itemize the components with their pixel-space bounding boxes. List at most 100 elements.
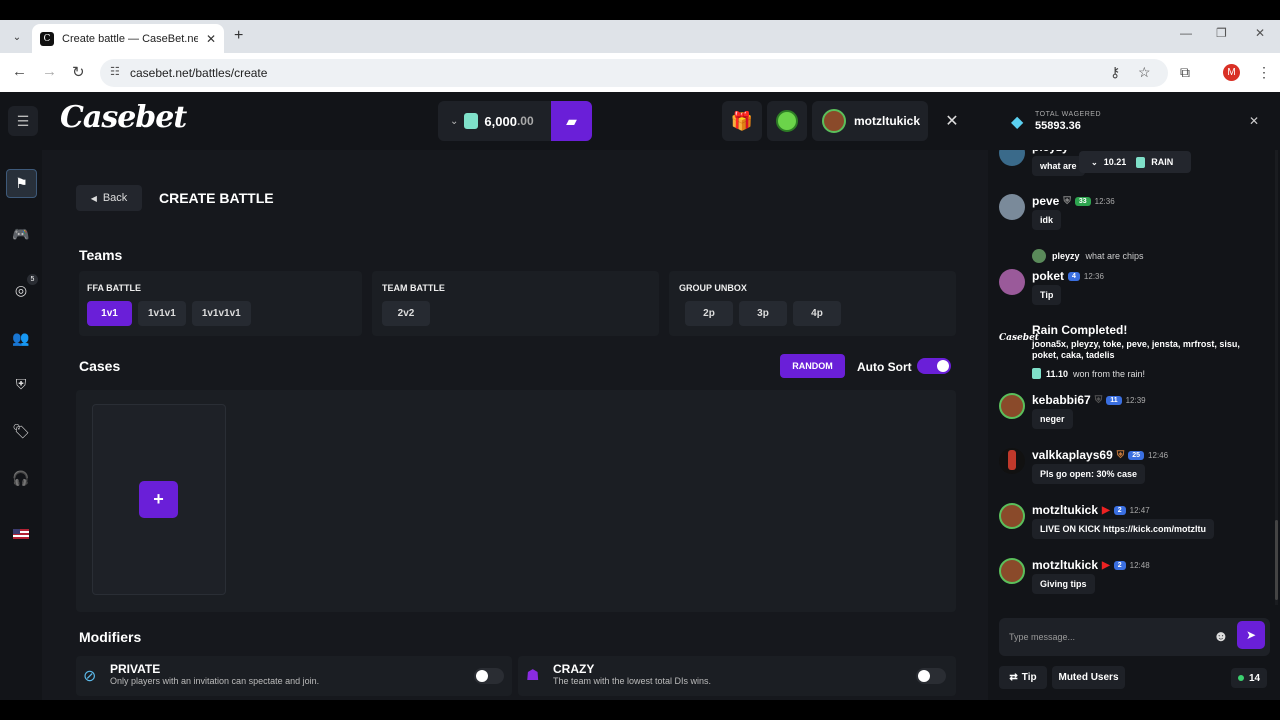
password-key-icon[interactable]: ⚷	[1110, 64, 1120, 81]
extensions-icon[interactable]: ⧉	[1180, 64, 1190, 81]
minimize-icon[interactable]: —	[1180, 26, 1192, 40]
option-1v1[interactable]: 1v1	[87, 301, 132, 326]
sidebar-item-promos[interactable]: 🏷	[8, 418, 34, 444]
battles-flag-icon: ⚑	[15, 175, 28, 191]
level-badge: 2	[1113, 560, 1126, 570]
tab-search-icon[interactable]: ⌄	[8, 28, 26, 46]
modifier-title: CRAZY	[553, 662, 595, 676]
username: motzltukick	[854, 114, 921, 128]
sidebar-item-battles[interactable]: ⚑	[6, 169, 37, 198]
chat-username[interactable]: kebabbi67 ⛨ 11 12:39	[1032, 393, 1146, 407]
coin-icon	[1032, 368, 1041, 379]
bookmark-star-icon[interactable]: ☆	[1138, 64, 1151, 81]
chat-username[interactable]: peve ⛨ 33 12:36	[1032, 194, 1115, 208]
option-1v1v1[interactable]: 1v1v1	[138, 301, 186, 326]
scrollbar-thumb[interactable]	[1275, 520, 1278, 600]
close-icon[interactable]: ✕	[932, 101, 972, 141]
modifier-desc: Only players with an invitation can spec…	[110, 676, 320, 686]
tip-label: Tip	[1021, 672, 1037, 683]
option-2p[interactable]: 2p	[685, 301, 733, 326]
menu-toggle-icon[interactable]: ☰	[8, 106, 38, 136]
browser-menu-icon[interactable]: ⋮	[1257, 64, 1271, 81]
chat-text: Giving tips	[1032, 574, 1095, 594]
tag-icon: 🏷	[12, 422, 30, 439]
sidebar-item-targets[interactable]: ◎ 5	[8, 274, 38, 303]
chat-username[interactable]: poket 4 12:36	[1032, 269, 1104, 283]
browser-tab[interactable]: C Create battle — CaseBet.net ✕	[32, 24, 224, 53]
level-badge: 11	[1106, 395, 1122, 405]
sidebar-item-games[interactable]: 🎮	[8, 221, 34, 247]
add-case-button[interactable]: +	[139, 481, 178, 518]
us-flag-icon	[13, 529, 29, 539]
tip-button[interactable]: ⇄ Tip	[999, 666, 1047, 689]
rewards-button[interactable]: 🎁	[722, 101, 762, 141]
user-profile-button[interactable]: motzltukick	[812, 101, 928, 141]
window-close-icon[interactable]: ✕	[1255, 26, 1265, 40]
chat-username[interactable]: motzltukick ▶ 2 12:47	[1032, 503, 1150, 517]
sidebar-item-affiliates[interactable]: 👥	[8, 325, 34, 351]
rain-users: joona5x, pleyzy, toke, peve, jensta, mrf…	[1032, 339, 1240, 360]
send-button[interactable]: ➤	[1237, 621, 1265, 649]
sidebar-item-support[interactable]: 🎧	[8, 465, 34, 491]
back-button[interactable]: ◀ Back	[76, 185, 142, 211]
address-bar[interactable]: ☷ casebet.net/battles/create	[100, 59, 1168, 87]
forward-arrow-icon[interactable]: →	[42, 63, 57, 80]
emoji-icon[interactable]: ☻	[1213, 628, 1231, 646]
avatar	[999, 150, 1025, 166]
site-info-icon[interactable]: ☷	[110, 65, 120, 78]
sidebar-item-fairness[interactable]: ⛨	[8, 371, 34, 397]
chat-username[interactable]: pleyzy	[1032, 150, 1069, 154]
balance-amount: 6,000	[484, 113, 517, 129]
rank-badge-icon	[776, 110, 798, 132]
reload-icon[interactable]: ↻	[72, 63, 85, 81]
letterbox-bottom	[0, 700, 1280, 720]
tip-icon: ⇄	[1009, 672, 1018, 683]
sidebar-item-language[interactable]	[8, 521, 34, 547]
profile-avatar[interactable]: M	[1223, 64, 1240, 81]
rain-title: Rain Completed!	[1032, 323, 1128, 337]
option-4p[interactable]: 4p	[793, 301, 841, 326]
team-label: TEAM BATTLE	[382, 283, 445, 293]
timestamp: 12:36	[1083, 271, 1104, 281]
tab-close-icon[interactable]: ✕	[206, 32, 216, 46]
online-count: 14	[1231, 668, 1267, 688]
option-3p[interactable]: 3p	[739, 301, 787, 326]
chevron-down-icon: ⌄	[1091, 157, 1098, 167]
timestamp: 12:47	[1129, 505, 1150, 515]
muted-users-button[interactable]: Muted Users	[1052, 666, 1125, 689]
option-2v2[interactable]: 2v2	[382, 301, 430, 326]
gift-icon: 🎁	[730, 110, 754, 131]
cases-heading: Cases	[79, 358, 121, 374]
crazy-toggle[interactable]	[916, 668, 946, 684]
notification-badge: 5	[27, 274, 38, 285]
chat-messages: pleyzy what are peve ⛨ 33 12:36 idk pley…	[995, 150, 1273, 605]
avatar	[999, 503, 1025, 529]
modifier-crazy: ☗ CRAZY The team with the lowest total D…	[518, 656, 956, 696]
chat-username[interactable]: motzltukick ▶ 2 12:48	[1032, 558, 1150, 572]
avatar	[999, 269, 1025, 295]
random-button[interactable]: RANDOM	[780, 354, 845, 378]
restore-icon[interactable]: ❐	[1216, 26, 1227, 40]
letterbox-top	[0, 0, 1280, 20]
timestamp: 12:46	[1148, 450, 1169, 460]
online-number: 14	[1248, 672, 1261, 684]
crazy-hat-icon: ☗	[526, 667, 540, 684]
option-1v1v1v1[interactable]: 1v1v1v1	[191, 301, 251, 326]
team-battle-card: TEAM BATTLE 2v2	[372, 271, 659, 336]
new-tab-icon[interactable]: +	[234, 27, 243, 45]
autosort-toggle[interactable]	[917, 358, 951, 374]
rain-pill[interactable]: ⌄ 10.21 RAIN	[1079, 151, 1191, 173]
chat-username[interactable]: valkkaplays69 ⛨ 25 12:46	[1032, 448, 1168, 462]
wallet-button[interactable]: ▰	[551, 101, 592, 141]
site-logo[interactable]: Casebet	[60, 100, 187, 135]
level-badge: 2	[1113, 505, 1126, 515]
chat-close-icon[interactable]: ✕	[1249, 114, 1259, 128]
rank-button[interactable]	[767, 101, 807, 141]
username-text: peve	[1032, 194, 1060, 208]
level-badge: 33	[1074, 196, 1091, 206]
back-arrow-icon[interactable]: ←	[12, 63, 27, 80]
reply-text: what are chips	[1085, 251, 1144, 261]
online-dot-icon	[1237, 675, 1244, 681]
shield-icon: ⛨	[15, 375, 27, 392]
private-toggle[interactable]	[474, 668, 504, 684]
